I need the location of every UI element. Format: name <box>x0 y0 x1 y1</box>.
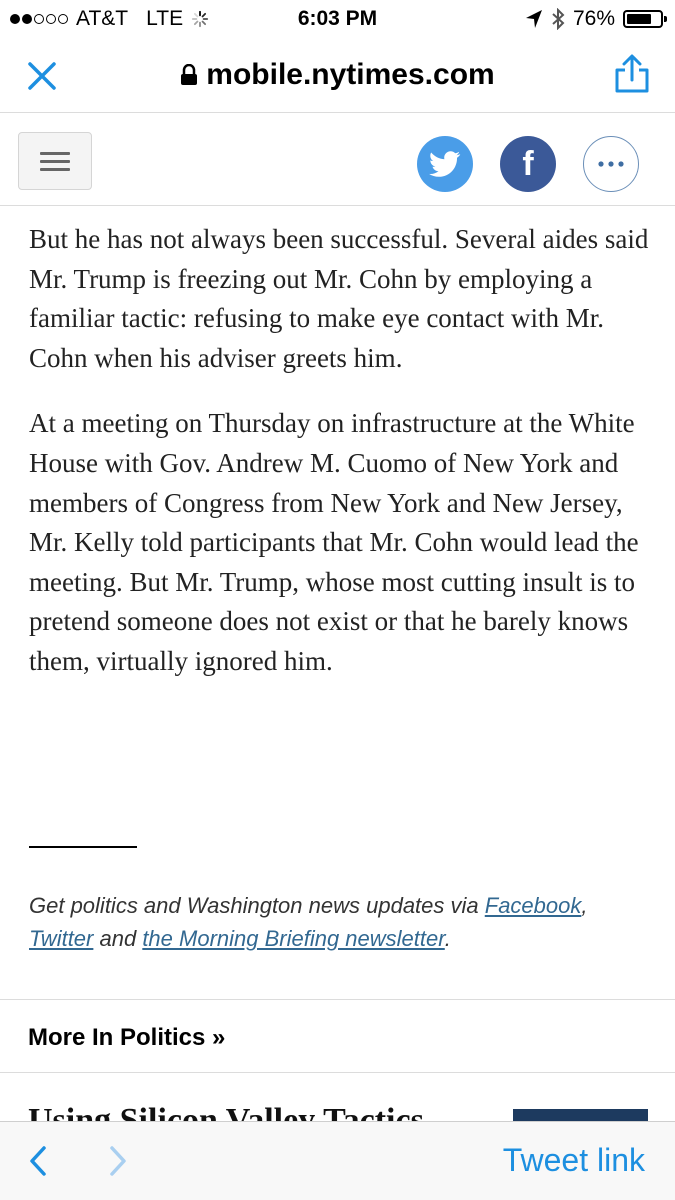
promo-prefix: Get politics and Washington news updates… <box>29 893 485 918</box>
hamburger-icon <box>40 167 70 171</box>
promo-suffix: . <box>444 926 451 951</box>
battery-icon <box>623 10 667 28</box>
hamburger-icon <box>40 151 70 155</box>
bluetooth-icon <box>552 8 565 30</box>
more-in-politics-section: More In Politics » <box>0 999 675 1073</box>
ellipsis-icon <box>598 161 624 167</box>
hamburger-icon <box>40 159 70 163</box>
battery-percent: 76% <box>572 7 615 30</box>
next-article-thumbnail[interactable] <box>513 1109 648 1121</box>
facebook-share-button[interactable]: f <box>500 136 556 192</box>
menu-button[interactable] <box>18 132 92 190</box>
address-bar[interactable]: mobile.nytimes.com <box>0 58 675 92</box>
section-divider <box>29 846 137 848</box>
promo-comma: , <box>581 893 588 918</box>
article-body: But he has not always been successful. S… <box>29 220 649 708</box>
newsletter-link[interactable]: the Morning Briefing newsletter <box>142 926 444 951</box>
battery-fill <box>627 14 652 24</box>
article-paragraph: But he has not always been successful. S… <box>29 224 649 373</box>
next-article-headline[interactable]: Using Silicon Valley Tactics <box>28 1101 498 1121</box>
share-icon[interactable] <box>613 54 651 94</box>
url-text: mobile.nytimes.com <box>206 58 495 91</box>
twitter-share-button[interactable] <box>417 136 473 192</box>
more-options-button[interactable] <box>583 136 639 192</box>
twitter-bird-icon <box>429 151 461 177</box>
status-bar: AT&T LTE 6:03 PM 76% <box>0 0 675 40</box>
article-paragraph: At a meeting on Thursday on infrastructu… <box>29 408 639 676</box>
bottom-toolbar: Tweet link <box>0 1121 675 1200</box>
status-right: 76% <box>525 7 667 31</box>
location-arrow-icon <box>525 10 542 28</box>
twitter-link[interactable]: Twitter <box>29 926 93 951</box>
facebook-link[interactable]: Facebook <box>485 893 582 918</box>
back-chevron-icon[interactable] <box>26 1144 50 1178</box>
tweet-link-button[interactable]: Tweet link <box>503 1142 645 1179</box>
facebook-icon: f <box>522 144 534 183</box>
more-in-politics-link[interactable]: More In Politics » <box>28 1024 225 1052</box>
newsletter-promo: Get politics and Washington news updates… <box>29 889 649 955</box>
promo-and: and <box>93 926 143 951</box>
lock-icon <box>181 64 198 85</box>
forward-chevron-icon[interactable] <box>106 1144 130 1178</box>
browser-header: mobile.nytimes.com <box>0 40 675 112</box>
site-toolbar: f <box>0 112 675 206</box>
